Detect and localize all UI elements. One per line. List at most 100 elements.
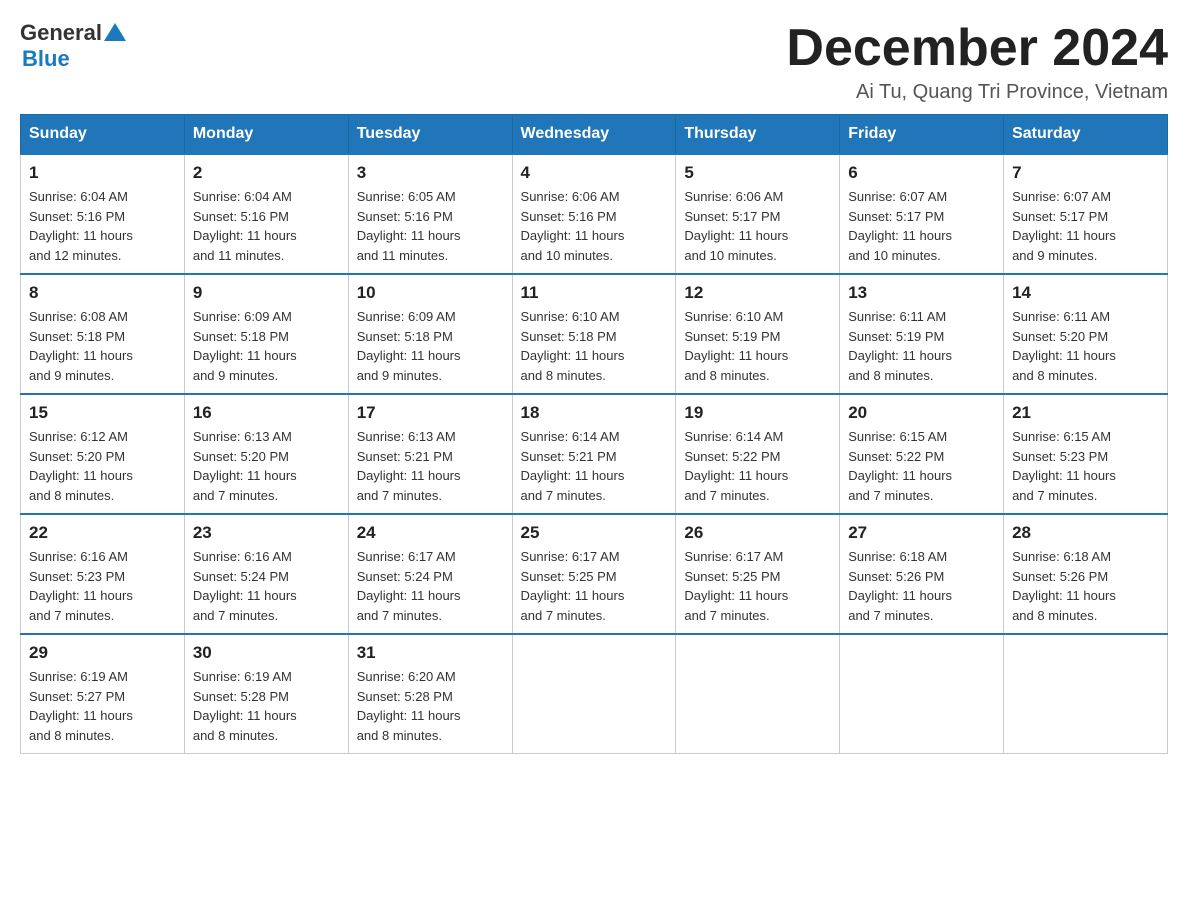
calendar-cell: 4 Sunrise: 6:06 AMSunset: 5:16 PMDaylight… [512, 154, 676, 274]
day-number: 2 [193, 163, 340, 183]
day-number: 17 [357, 403, 504, 423]
day-info: Sunrise: 6:17 AMSunset: 5:25 PMDaylight:… [684, 547, 831, 625]
calendar-cell: 12Sunrise: 6:10 AMSunset: 5:19 PMDayligh… [676, 274, 840, 394]
calendar-cell [1004, 634, 1168, 754]
day-info: Sunrise: 6:11 AMSunset: 5:19 PMDaylight:… [848, 307, 995, 385]
header-wednesday: Wednesday [512, 115, 676, 155]
calendar-cell: 25Sunrise: 6:17 AMSunset: 5:25 PMDayligh… [512, 514, 676, 634]
day-info: Sunrise: 6:06 AMSunset: 5:16 PMDaylight:… [521, 187, 668, 265]
calendar-cell [512, 634, 676, 754]
day-number: 16 [193, 403, 340, 423]
day-info: Sunrise: 6:18 AMSunset: 5:26 PMDaylight:… [848, 547, 995, 625]
day-number: 30 [193, 643, 340, 663]
calendar-cell: 24 Sunrise: 6:17 AMSunset: 5:24 PMDayligh… [348, 514, 512, 634]
day-info: Sunrise: 6:16 AMSunset: 5:23 PMDaylight:… [29, 547, 176, 625]
logo-blue-text: Blue [22, 46, 70, 71]
month-title: December 2024 [786, 20, 1168, 77]
calendar-cell: 11 Sunrise: 6:10 AMSunset: 5:18 PMDayligh… [512, 274, 676, 394]
day-info: Sunrise: 6:04 AMSunset: 5:16 PMDaylight:… [193, 187, 340, 265]
day-info: Sunrise: 6:16 AMSunset: 5:24 PMDaylight:… [193, 547, 340, 625]
day-info: Sunrise: 6:08 AMSunset: 5:18 PMDaylight:… [29, 307, 176, 385]
day-info: Sunrise: 6:04 AMSunset: 5:16 PMDaylight:… [29, 187, 176, 265]
calendar-cell [676, 634, 840, 754]
day-info: Sunrise: 6:15 AMSunset: 5:23 PMDaylight:… [1012, 427, 1159, 505]
calendar-cell: 5Sunrise: 6:06 AMSunset: 5:17 PMDaylight… [676, 154, 840, 274]
calendar-table: SundayMondayTuesdayWednesdayThursdayFrid… [20, 114, 1168, 754]
logo: General Blue [20, 20, 126, 72]
day-info: Sunrise: 6:06 AMSunset: 5:17 PMDaylight:… [684, 187, 831, 265]
calendar-week-row: 8 Sunrise: 6:08 AMSunset: 5:18 PMDaylight… [21, 274, 1168, 394]
logo-triangle-icon [104, 21, 126, 43]
day-number: 26 [684, 523, 831, 543]
day-info: Sunrise: 6:11 AMSunset: 5:20 PMDaylight:… [1012, 307, 1159, 385]
day-number: 9 [193, 283, 340, 303]
calendar-cell: 7Sunrise: 6:07 AMSunset: 5:17 PMDaylight… [1004, 154, 1168, 274]
calendar-cell: 2 Sunrise: 6:04 AMSunset: 5:16 PMDaylight… [184, 154, 348, 274]
day-number: 29 [29, 643, 176, 663]
calendar-cell: 20 Sunrise: 6:15 AMSunset: 5:22 PMDayligh… [840, 394, 1004, 514]
calendar-cell: 29 Sunrise: 6:19 AMSunset: 5:27 PMDayligh… [21, 634, 185, 754]
calendar-cell: 14 Sunrise: 6:11 AMSunset: 5:20 PMDayligh… [1004, 274, 1168, 394]
calendar-cell: 1 Sunrise: 6:04 AMSunset: 5:16 PMDaylight… [21, 154, 185, 274]
calendar-cell: 28Sunrise: 6:18 AMSunset: 5:26 PMDayligh… [1004, 514, 1168, 634]
day-number: 15 [29, 403, 176, 423]
calendar-cell: 22 Sunrise: 6:16 AMSunset: 5:23 PMDayligh… [21, 514, 185, 634]
day-number: 8 [29, 283, 176, 303]
page-header: General Blue December 2024 Ai Tu, Quang … [20, 20, 1168, 104]
day-number: 23 [193, 523, 340, 543]
day-info: Sunrise: 6:09 AMSunset: 5:18 PMDaylight:… [357, 307, 504, 385]
day-number: 24 [357, 523, 504, 543]
day-number: 3 [357, 163, 504, 183]
calendar-cell: 17 Sunrise: 6:13 AMSunset: 5:21 PMDayligh… [348, 394, 512, 514]
day-info: Sunrise: 6:14 AMSunset: 5:21 PMDaylight:… [521, 427, 668, 505]
day-info: Sunrise: 6:18 AMSunset: 5:26 PMDaylight:… [1012, 547, 1159, 625]
day-info: Sunrise: 6:14 AMSunset: 5:22 PMDaylight:… [684, 427, 831, 505]
calendar-cell: 9 Sunrise: 6:09 AMSunset: 5:18 PMDaylight… [184, 274, 348, 394]
header-monday: Monday [184, 115, 348, 155]
day-info: Sunrise: 6:13 AMSunset: 5:21 PMDaylight:… [357, 427, 504, 505]
day-number: 4 [521, 163, 668, 183]
day-info: Sunrise: 6:07 AMSunset: 5:17 PMDaylight:… [848, 187, 995, 265]
calendar-cell: 31Sunrise: 6:20 AMSunset: 5:28 PMDayligh… [348, 634, 512, 754]
day-number: 25 [521, 523, 668, 543]
header-thursday: Thursday [676, 115, 840, 155]
calendar-cell: 6 Sunrise: 6:07 AMSunset: 5:17 PMDaylight… [840, 154, 1004, 274]
location: Ai Tu, Quang Tri Province, Vietnam [786, 81, 1168, 104]
day-number: 19 [684, 403, 831, 423]
calendar-cell: 23 Sunrise: 6:16 AMSunset: 5:24 PMDayligh… [184, 514, 348, 634]
calendar-header-row: SundayMondayTuesdayWednesdayThursdayFrid… [21, 115, 1168, 155]
day-number: 20 [848, 403, 995, 423]
day-number: 14 [1012, 283, 1159, 303]
day-number: 10 [357, 283, 504, 303]
header-saturday: Saturday [1004, 115, 1168, 155]
calendar-cell [840, 634, 1004, 754]
header-friday: Friday [840, 115, 1004, 155]
day-info: Sunrise: 6:09 AMSunset: 5:18 PMDaylight:… [193, 307, 340, 385]
calendar-cell: 3 Sunrise: 6:05 AMSunset: 5:16 PMDaylight… [348, 154, 512, 274]
day-number: 18 [521, 403, 668, 423]
day-info: Sunrise: 6:10 AMSunset: 5:18 PMDaylight:… [521, 307, 668, 385]
day-info: Sunrise: 6:17 AMSunset: 5:24 PMDaylight:… [357, 547, 504, 625]
calendar-cell: 21 Sunrise: 6:15 AMSunset: 5:23 PMDayligh… [1004, 394, 1168, 514]
day-number: 6 [848, 163, 995, 183]
day-number: 21 [1012, 403, 1159, 423]
day-number: 1 [29, 163, 176, 183]
calendar-week-row: 22 Sunrise: 6:16 AMSunset: 5:23 PMDayligh… [21, 514, 1168, 634]
calendar-cell: 10 Sunrise: 6:09 AMSunset: 5:18 PMDayligh… [348, 274, 512, 394]
day-number: 27 [848, 523, 995, 543]
day-info: Sunrise: 6:10 AMSunset: 5:19 PMDaylight:… [684, 307, 831, 385]
calendar-cell: 13 Sunrise: 6:11 AMSunset: 5:19 PMDayligh… [840, 274, 1004, 394]
day-info: Sunrise: 6:15 AMSunset: 5:22 PMDaylight:… [848, 427, 995, 505]
day-info: Sunrise: 6:05 AMSunset: 5:16 PMDaylight:… [357, 187, 504, 265]
day-number: 31 [357, 643, 504, 663]
calendar-cell: 30Sunrise: 6:19 AMSunset: 5:28 PMDayligh… [184, 634, 348, 754]
day-number: 22 [29, 523, 176, 543]
day-number: 11 [521, 283, 668, 303]
day-info: Sunrise: 6:19 AMSunset: 5:27 PMDaylight:… [29, 667, 176, 745]
day-number: 13 [848, 283, 995, 303]
calendar-cell: 27 Sunrise: 6:18 AMSunset: 5:26 PMDayligh… [840, 514, 1004, 634]
calendar-cell: 18 Sunrise: 6:14 AMSunset: 5:21 PMDayligh… [512, 394, 676, 514]
day-number: 7 [1012, 163, 1159, 183]
calendar-cell: 8 Sunrise: 6:08 AMSunset: 5:18 PMDaylight… [21, 274, 185, 394]
calendar-week-row: 1 Sunrise: 6:04 AMSunset: 5:16 PMDaylight… [21, 154, 1168, 274]
